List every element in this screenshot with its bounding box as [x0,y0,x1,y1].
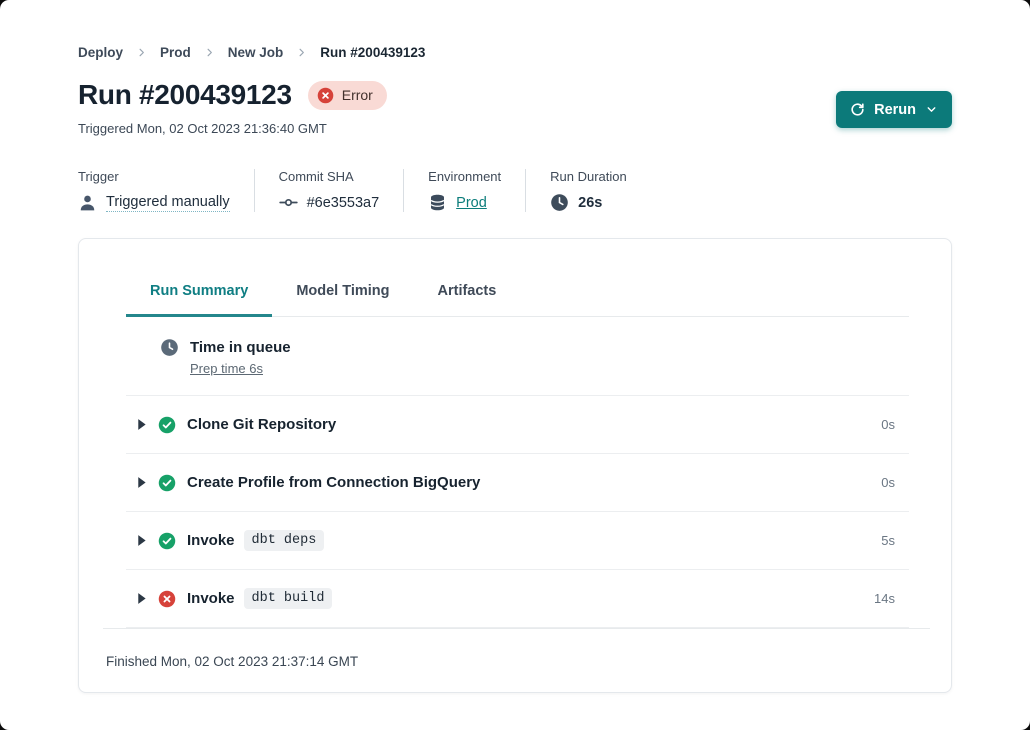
status-badge-label: Error [342,87,373,103]
card-footer: Finished Mon, 02 Oct 2023 21:37:14 GMT [103,628,930,671]
prep-time-link[interactable]: Prep time 6s [190,361,263,376]
git-commit-icon [279,193,298,212]
error-circle-icon [317,87,334,104]
command-chip: dbt deps [244,530,325,551]
meta-environment: Environment Prod [428,169,526,212]
tab-bar: Run Summary Model Timing Artifacts [126,283,909,317]
database-icon [428,193,447,212]
breadcrumb-prod[interactable]: Prod [160,45,191,60]
task-duration: 0s [881,417,909,432]
chevron-down-icon[interactable] [925,103,938,116]
expand-caret-icon[interactable] [126,418,158,431]
clock-icon [550,193,569,212]
tab-model-timing[interactable]: Model Timing [272,283,413,317]
user-icon [78,193,97,212]
run-detail-page: Deploy Prod New Job Run #200439123 Run #… [0,0,1030,730]
task-label: Create Profile from Connection BigQuery [187,474,480,491]
meta-duration-label: Run Duration [550,169,627,184]
task-row-dbt-deps[interactable]: Invoke dbt deps 5s [126,512,909,570]
task-duration: 5s [881,533,909,548]
meta-trigger-value[interactable]: Triggered manually [106,194,230,212]
meta-environment-value[interactable]: Prod [456,195,487,211]
task-label: Invoke [187,590,235,607]
meta-duration: Run Duration 26s [550,169,651,212]
chevron-right-icon [296,47,307,58]
rerun-refresh-icon [850,102,865,117]
tab-run-summary[interactable]: Run Summary [126,283,272,317]
meta-duration-value: 26s [578,195,602,211]
task-row-clone-git[interactable]: Clone Git Repository 0s [126,396,909,454]
finished-timestamp: Finished Mon, 02 Oct 2023 21:37:14 GMT [106,654,358,669]
breadcrumb-deploy[interactable]: Deploy [78,45,123,60]
success-check-icon [158,416,176,434]
meta-trigger: Trigger Triggered manually [78,169,255,212]
task-duration: 14s [874,591,909,606]
chevron-right-icon [204,47,215,58]
rerun-button-label: Rerun [874,102,916,118]
meta-environment-label: Environment [428,169,501,184]
page-title: Run #200439123 [78,79,292,111]
meta-commit-label: Commit SHA [279,169,380,184]
task-row-dbt-build[interactable]: Invoke dbt build 14s [126,570,909,628]
breadcrumb-new-job[interactable]: New Job [228,45,284,60]
rerun-button[interactable]: Rerun [836,91,952,128]
expand-caret-icon[interactable] [126,534,158,547]
run-summary-card: Run Summary Model Timing Artifacts Time … [78,238,952,693]
expand-caret-icon[interactable] [126,592,158,605]
run-meta-row: Trigger Triggered manually Commit SHA #6… [78,169,1030,212]
chevron-right-icon [136,47,147,58]
success-check-icon [158,532,176,550]
success-check-icon [158,474,176,492]
tab-artifacts[interactable]: Artifacts [414,283,521,317]
queue-row: Time in queue Prep time 6s [126,317,909,396]
breadcrumb: Deploy Prod New Job Run #200439123 [78,45,1030,60]
task-row-create-profile[interactable]: Create Profile from Connection BigQuery … [126,454,909,512]
meta-trigger-label: Trigger [78,169,230,184]
task-duration: 0s [881,475,909,490]
meta-commit: Commit SHA #6e3553a7 [279,169,405,212]
meta-commit-value: #6e3553a7 [307,195,380,211]
breadcrumb-run-id: Run #200439123 [320,45,425,60]
expand-caret-icon[interactable] [126,476,158,489]
error-circle-icon [158,590,176,608]
queue-clock-icon [160,338,179,357]
queue-title: Time in queue [190,338,291,357]
status-badge: Error [308,81,387,110]
task-label: Invoke [187,532,235,549]
task-label: Clone Git Repository [187,416,336,433]
command-chip: dbt build [244,588,333,609]
